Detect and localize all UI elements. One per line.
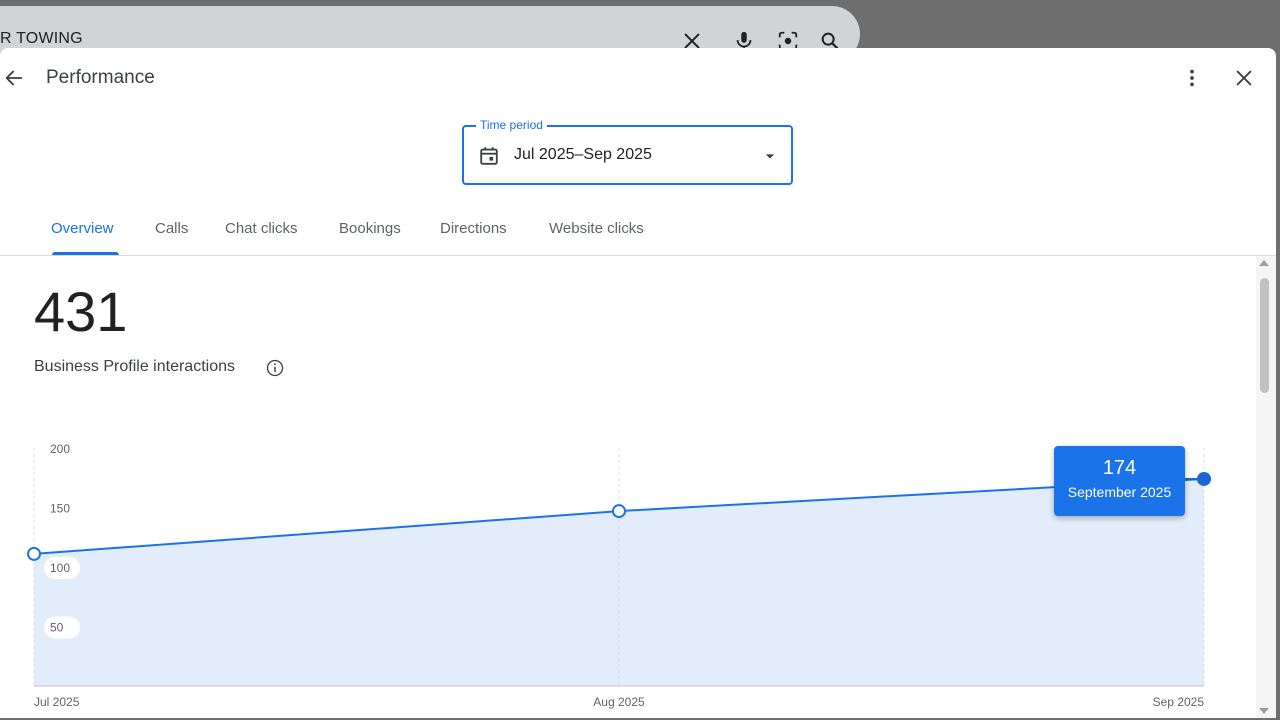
x-tick-label: Jul 2025 (34, 695, 80, 709)
scroll-up-arrow-icon[interactable] (1259, 260, 1269, 266)
more-vert-icon[interactable] (1180, 66, 1204, 90)
tab-calls[interactable]: Calls (155, 220, 188, 237)
active-tab-indicator (52, 252, 119, 255)
chart-point (612, 504, 626, 519)
y-tick-label: 50 (50, 621, 64, 635)
tooltip-value: 174 (1102, 457, 1137, 479)
y-tick-label: 100 (50, 561, 70, 575)
y-tick-label: 150 (50, 502, 70, 516)
calendar-icon (477, 144, 501, 168)
chart-tooltip: 174 September 2025 (1054, 446, 1185, 516)
tab-directions[interactable]: Directions (440, 220, 507, 237)
close-icon[interactable] (1232, 66, 1256, 90)
tab-bar: Overview Calls Chat clicks Bookings Dire… (0, 204, 1276, 256)
x-tick-label: Sep 2025 (1153, 695, 1205, 709)
chart-point-selected (1197, 471, 1211, 486)
tab-bookings[interactable]: Bookings (339, 220, 401, 237)
time-period-label: Time period (476, 118, 547, 132)
performance-dialog: Performance Time period Jul 2025–Sep 202… (0, 48, 1276, 718)
chart-point (27, 546, 41, 561)
scroll-down-arrow-icon[interactable] (1259, 708, 1269, 714)
scrollbar[interactable] (1256, 256, 1276, 718)
back-arrow-icon[interactable] (2, 66, 26, 90)
total-interactions-value: 431 (34, 280, 128, 343)
dropdown-arrow-icon (758, 144, 782, 168)
tab-overview[interactable]: Overview (51, 220, 114, 237)
time-period-select[interactable]: Time period Jul 2025–Sep 2025 (462, 118, 793, 185)
time-period-value: Jul 2025–Sep 2025 (514, 146, 652, 163)
scrollbar-thumb[interactable] (1260, 278, 1269, 393)
page-title: Performance (46, 67, 155, 88)
tab-website-clicks[interactable]: Website clicks (549, 220, 644, 237)
y-tick-label: 200 (50, 442, 70, 456)
interactions-label: Business Profile interactions (34, 358, 235, 375)
tooltip-date: September 2025 (1067, 484, 1172, 500)
tab-chat-clicks[interactable]: Chat clicks (225, 220, 298, 237)
info-icon[interactable] (264, 357, 286, 379)
background-search-text: R TOWING (0, 30, 83, 47)
x-tick-label: Aug 2025 (593, 695, 645, 709)
